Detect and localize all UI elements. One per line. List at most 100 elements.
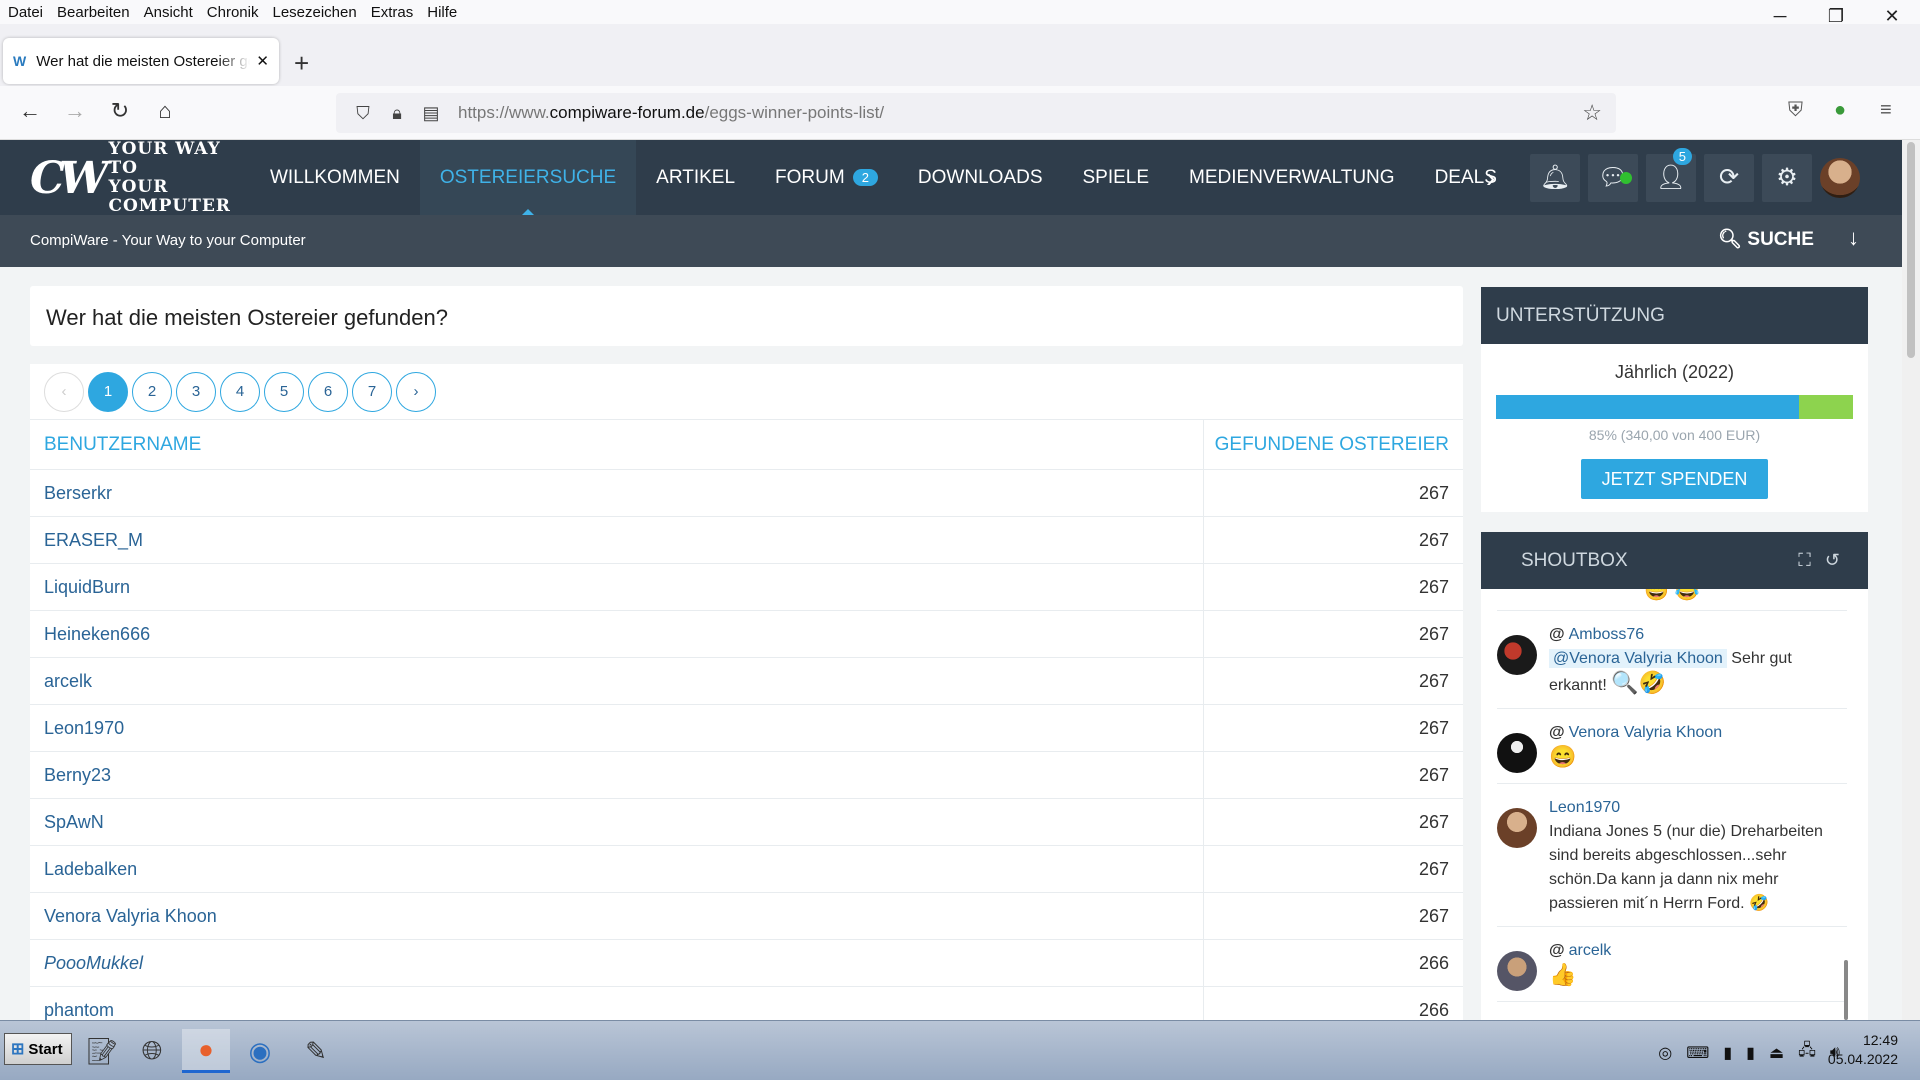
steam-tray-icon[interactable]: ◎ xyxy=(1658,1043,1672,1063)
nav-more-chevron-icon[interactable]: › xyxy=(1486,162,1495,194)
user-icon[interactable]: 👤︎ 5 xyxy=(1646,147,1696,202)
menu-extras[interactable]: Extras xyxy=(364,4,421,21)
back-icon[interactable]: ← xyxy=(15,98,45,124)
gear-icon[interactable]: ⚙︎ xyxy=(1762,153,1812,202)
bookmark-star-icon[interactable]: ☆ xyxy=(1582,100,1602,126)
tracking-shield-icon[interactable]: ⛉ xyxy=(346,103,380,124)
page-scrollbar-thumb[interactable] xyxy=(1907,142,1915,358)
page-4[interactable]: 4 xyxy=(220,371,260,412)
next-page-button[interactable]: › xyxy=(396,371,436,412)
cpu-tray-icon[interactable]: ▮ xyxy=(1723,1043,1732,1063)
menu-datei[interactable]: Datei xyxy=(0,4,50,21)
shoutbox-messages[interactable]: 😄 😂 @ Amboss76 @Venora Valyria Khoon Sehr… xyxy=(1497,589,1847,1024)
new-tab-icon[interactable]: + xyxy=(294,48,309,79)
menu-bearbeiten[interactable]: Bearbeiten xyxy=(50,4,137,21)
nav-forum[interactable]: FORUM 2 xyxy=(755,140,898,215)
expand-icon[interactable]: ⛶ xyxy=(1798,550,1825,570)
prev-page-button[interactable]: ‹ xyxy=(44,371,84,412)
search-button[interactable]: 🔍︎ SUCHE xyxy=(1718,227,1814,251)
breadcrumb[interactable]: CompiWare - Your Way to your Computer xyxy=(30,232,306,249)
shout-username[interactable]: Amboss76 xyxy=(1569,626,1645,643)
extension-globe-icon[interactable]: ● xyxy=(1834,99,1846,122)
page-7[interactable]: 7 xyxy=(352,371,392,412)
mention-icon[interactable]: @ xyxy=(1549,724,1565,741)
conversations-icon[interactable]: 💬︎ xyxy=(1588,153,1638,202)
keyboard-tray-icon[interactable]: ⌨ xyxy=(1686,1043,1709,1063)
page-1[interactable]: 1 xyxy=(88,371,128,412)
shout-username[interactable]: arcelk xyxy=(1569,942,1612,959)
avatar[interactable] xyxy=(1497,808,1537,848)
username-link[interactable]: PoooMukkel xyxy=(30,940,1204,986)
mention-icon[interactable]: @ xyxy=(1549,626,1565,643)
shout-mention[interactable]: @Venora Valyria Khoon xyxy=(1549,649,1727,668)
avatar[interactable] xyxy=(1497,635,1537,675)
taskbar-clock[interactable]: 12:49 05.04.2022 xyxy=(1828,1031,1898,1069)
shout-username[interactable]: Leon1970 xyxy=(1549,799,1620,816)
network-tray-icon[interactable]: 🖧︎ xyxy=(1798,1039,1816,1066)
reload-icon[interactable]: ↻ xyxy=(105,98,135,124)
column-username[interactable]: BENUTZERNAME xyxy=(30,420,1204,469)
reader-mode-icon[interactable]: ▤ xyxy=(414,103,448,124)
username-link[interactable]: Venora Valyria Khoon xyxy=(30,893,1204,939)
avatar[interactable] xyxy=(1497,951,1537,991)
lock-icon[interactable]: 🔒︎ xyxy=(380,103,414,124)
firefox-app-icon[interactable]: ● xyxy=(182,1029,230,1073)
username-link[interactable]: Berny23 xyxy=(30,752,1204,798)
search-icon: 🔍︎ xyxy=(1718,229,1743,250)
chat-app-icon[interactable]: ◉ xyxy=(236,1029,284,1073)
menu-ansicht[interactable]: Ansicht xyxy=(137,4,200,21)
nav-medienverwaltung[interactable]: MEDIENVERWALTUNG xyxy=(1169,140,1415,215)
username-link[interactable]: Heineken666 xyxy=(30,611,1204,657)
donate-button[interactable]: JETZT SPENDEN xyxy=(1581,459,1768,499)
nav-downloads[interactable]: DOWNLOADS xyxy=(898,140,1063,215)
hamburger-menu-icon[interactable]: ≡ xyxy=(1880,99,1892,122)
bell-icon[interactable]: 🔔︎ xyxy=(1530,153,1580,202)
egg-count: 266 xyxy=(1418,999,1449,1020)
page-2[interactable]: 2 xyxy=(132,371,172,412)
address-bar[interactable]: ⛉ 🔒︎ ▤ https://www.compiware-forum.de/eg… xyxy=(336,93,1616,133)
page-5[interactable]: 5 xyxy=(264,371,304,412)
username-link[interactable]: Ladebalken xyxy=(30,846,1204,892)
username-link[interactable]: phantom xyxy=(30,987,1204,1024)
scroll-down-icon[interactable]: ↓ xyxy=(1848,225,1859,251)
nav-artikel[interactable]: ARTIKEL xyxy=(636,140,755,215)
nav-deals[interactable]: DEALS xyxy=(1415,140,1517,215)
username-link[interactable]: arcelk xyxy=(30,658,1204,704)
menu-hilfe[interactable]: Hilfe xyxy=(420,4,464,21)
start-button[interactable]: ⊞ Start xyxy=(4,1033,72,1065)
nav-ostereiersuche[interactable]: OSTEREIERSUCHE xyxy=(419,140,637,215)
refresh-icon[interactable]: ⟳ xyxy=(1704,153,1754,202)
username-link[interactable]: LiquidBurn xyxy=(30,564,1204,610)
username-link[interactable]: Berserkr xyxy=(30,470,1204,516)
history-icon[interactable]: ↺ xyxy=(1825,550,1854,570)
nav-willkommen[interactable]: WILLKOMMEN xyxy=(250,140,420,215)
tab-close-icon[interactable]: ✕ xyxy=(256,52,269,70)
column-eggs[interactable]: GEFUNDENE OSTEREIER xyxy=(1204,420,1463,469)
gpu-tray-icon[interactable]: ▮ xyxy=(1746,1043,1755,1063)
ranking-table-box: ‹ 1 2 3 4 5 6 7 › BENUTZERNAME GEFUNDENE… xyxy=(30,364,1463,1024)
site-logo[interactable]: CW YOUR WAY TO YOUR COMPUTER xyxy=(30,140,230,216)
tool-app-icon[interactable]: ✎ xyxy=(292,1029,340,1073)
shout-username[interactable]: Venora Valyria Khoon xyxy=(1569,724,1723,741)
start-label: Start xyxy=(28,1040,63,1058)
nav-spiele[interactable]: SPIELE xyxy=(1063,140,1170,215)
ublock-icon[interactable]: ⛨ xyxy=(1788,99,1803,122)
page-3[interactable]: 3 xyxy=(176,371,216,412)
shoutbox-scrollbar[interactable] xyxy=(1844,960,1848,1020)
username-link[interactable]: Leon1970 xyxy=(30,705,1204,751)
username-link[interactable]: SpAwN xyxy=(30,799,1204,845)
username-link[interactable]: ERASER_M xyxy=(30,517,1204,563)
usb-tray-icon[interactable]: ⏏ xyxy=(1769,1043,1784,1063)
forward-icon[interactable]: → xyxy=(60,98,90,124)
mention-icon[interactable]: @ xyxy=(1549,942,1565,959)
page-6[interactable]: 6 xyxy=(308,371,348,412)
browser-tab[interactable]: W Wer hat die meisten Ostereier gefunden… xyxy=(3,38,279,84)
menu-lesezeichen[interactable]: Lesezeichen xyxy=(265,4,363,21)
network-app-icon[interactable]: 🌐︎ xyxy=(128,1029,176,1073)
user-avatar[interactable] xyxy=(1820,157,1860,198)
notepad-app-icon[interactable]: 📝︎ xyxy=(78,1029,126,1073)
page-scrollbar[interactable] xyxy=(1902,140,1920,1020)
home-icon[interactable]: ⌂ xyxy=(150,98,180,124)
avatar[interactable] xyxy=(1497,733,1537,773)
menu-chronik[interactable]: Chronik xyxy=(200,4,266,21)
